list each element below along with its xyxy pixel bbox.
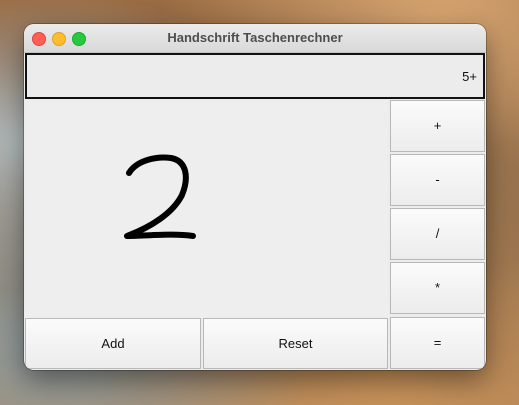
- expression-display: 5+: [25, 53, 485, 99]
- display-value: 5+: [462, 69, 477, 84]
- drawing-canvas[interactable]: [25, 100, 388, 318]
- handwritten-digit-two: [124, 154, 196, 239]
- equals-button[interactable]: =: [390, 317, 485, 369]
- add-button[interactable]: Add: [25, 318, 201, 369]
- minus-button[interactable]: -: [390, 154, 485, 206]
- plus-button[interactable]: +: [390, 100, 485, 152]
- title-bar[interactable]: Handschrift Taschenrechner: [24, 24, 486, 53]
- multiply-button[interactable]: *: [390, 262, 485, 314]
- reset-button[interactable]: Reset: [203, 318, 388, 369]
- window-title: Handschrift Taschenrechner: [167, 30, 343, 45]
- divide-button[interactable]: /: [390, 208, 485, 260]
- calculator-window: Handschrift Taschenrechner 5+ + - / * = …: [24, 24, 486, 370]
